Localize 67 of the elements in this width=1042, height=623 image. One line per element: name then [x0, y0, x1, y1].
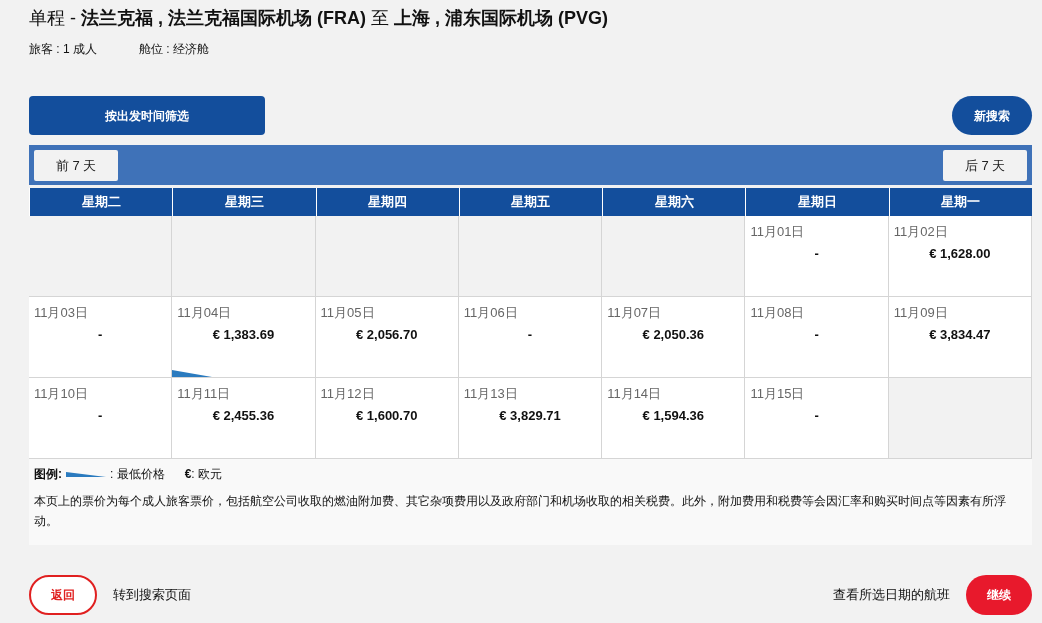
- back-button[interactable]: 返回: [29, 575, 97, 615]
- continue-button[interactable]: 继续: [966, 575, 1032, 615]
- date-label: 11月11日: [177, 385, 231, 403]
- weekday-header: 星期五: [458, 188, 603, 216]
- date-label: 11月04日: [177, 304, 232, 322]
- price-label: € 1,628.00: [929, 244, 991, 263]
- price-label: € 2,050.36: [642, 325, 704, 344]
- date-cell[interactable]: 11月13日 € 3,829.71: [458, 378, 603, 459]
- weekday-header: 星期六: [602, 188, 746, 216]
- price-label: -: [527, 325, 533, 344]
- date-cell[interactable]: 11月08日 -: [745, 297, 889, 378]
- price-label: -: [97, 325, 103, 344]
- price-label: € 1,600.70: [355, 406, 418, 425]
- date-cell[interactable]: 11月14日 € 1,594.36: [602, 378, 746, 459]
- date-label: 11月14日: [607, 385, 662, 403]
- date-label: 11月02日: [893, 223, 948, 241]
- weekday-header: 星期三: [172, 188, 316, 216]
- price-label: € 2,056.70: [355, 325, 418, 344]
- back-hint-text: 转到搜索页面: [113, 586, 191, 605]
- date-cell[interactable]: 11月01日 -: [745, 216, 889, 297]
- date-label: 11月07日: [607, 304, 662, 322]
- date-label: 11月09日: [893, 304, 948, 322]
- legend-lowest-text: : 最低价格: [110, 466, 165, 483]
- filter-button[interactable]: 按出发时间筛选: [29, 96, 265, 135]
- weekday-header: 星期一: [888, 188, 1032, 216]
- price-label: € 3,829.71: [499, 406, 561, 425]
- date-cell[interactable]: 11月07日 € 2,050.36: [602, 297, 746, 378]
- date-label: 11月13日: [463, 385, 518, 403]
- route-title: 单程 - 法兰克福 , 法兰克福国际机场 (FRA) 至 上海 , 浦东国际机场 (PVG): [29, 7, 610, 30]
- date-cell[interactable]: 11月03日 -: [29, 297, 173, 378]
- price-label: -: [97, 406, 103, 425]
- date-label: 11月03日: [34, 304, 88, 322]
- price-label: -: [814, 244, 819, 263]
- price-label: € 1,383.69: [212, 325, 275, 344]
- new-search-button[interactable]: 新搜索: [952, 96, 1032, 135]
- next-week-button[interactable]: 后 7 天: [943, 150, 1027, 181]
- price-label: € 3,834.47: [929, 325, 991, 344]
- date-cell[interactable]: 11月09日 € 3,834.47: [888, 297, 1032, 378]
- date-cell[interactable]: 11月02日 € 1,628.00: [888, 216, 1032, 297]
- date-cell[interactable]: 11月05日 € 2,056.70: [315, 297, 459, 378]
- date-cell[interactable]: 11月11日 € 2,455.36: [172, 378, 316, 459]
- date-label: 11月12日: [320, 385, 375, 403]
- weekday-header: 星期日: [745, 188, 889, 216]
- weekday-header: 星期四: [315, 188, 459, 216]
- price-label: -: [814, 406, 819, 425]
- date-cell[interactable]: 11月06日 -: [458, 297, 603, 378]
- date-label: 11月10日: [34, 385, 88, 403]
- price-label: € 1,594.36: [642, 406, 704, 425]
- legend-currency-text: €: 欧元: [184, 466, 223, 483]
- date-cell[interactable]: 11月04日 € 1,383.69: [172, 297, 316, 378]
- date-label: 11月08日: [750, 304, 805, 322]
- date-cell[interactable]: 11月10日 -: [29, 378, 173, 459]
- view-flights-text: 查看所选日期的航班: [833, 586, 950, 605]
- price-label: € 2,455.36: [212, 406, 275, 425]
- date-cell[interactable]: 11月15日 -: [745, 378, 889, 459]
- previous-week-button[interactable]: 前 7 天: [34, 150, 118, 181]
- date-cell[interactable]: 11月12日 € 1,600.70: [315, 378, 459, 459]
- date-label: 11月06日: [463, 304, 518, 322]
- passenger-info: 旅客 : 1 成人: [29, 41, 97, 58]
- date-label: 11月05日: [320, 304, 375, 322]
- date-label: 11月15日: [750, 385, 805, 403]
- cabin-info: 舱位 : 经济舱: [139, 41, 210, 58]
- price-label: -: [814, 325, 819, 344]
- weekday-header: 星期二: [29, 188, 173, 216]
- legend-label: 图例:: [34, 466, 62, 483]
- date-label: 11月01日: [750, 223, 805, 241]
- fare-note: 本页上的票价为每个成人旅客票价，包括航空公司收取的燃油附加费、其它杂项费用以及政府部门和机场收取的相关税费。此外，附加费用和税费等会因汇率和购买时间点等因素有所浮动。: [34, 493, 1007, 530]
